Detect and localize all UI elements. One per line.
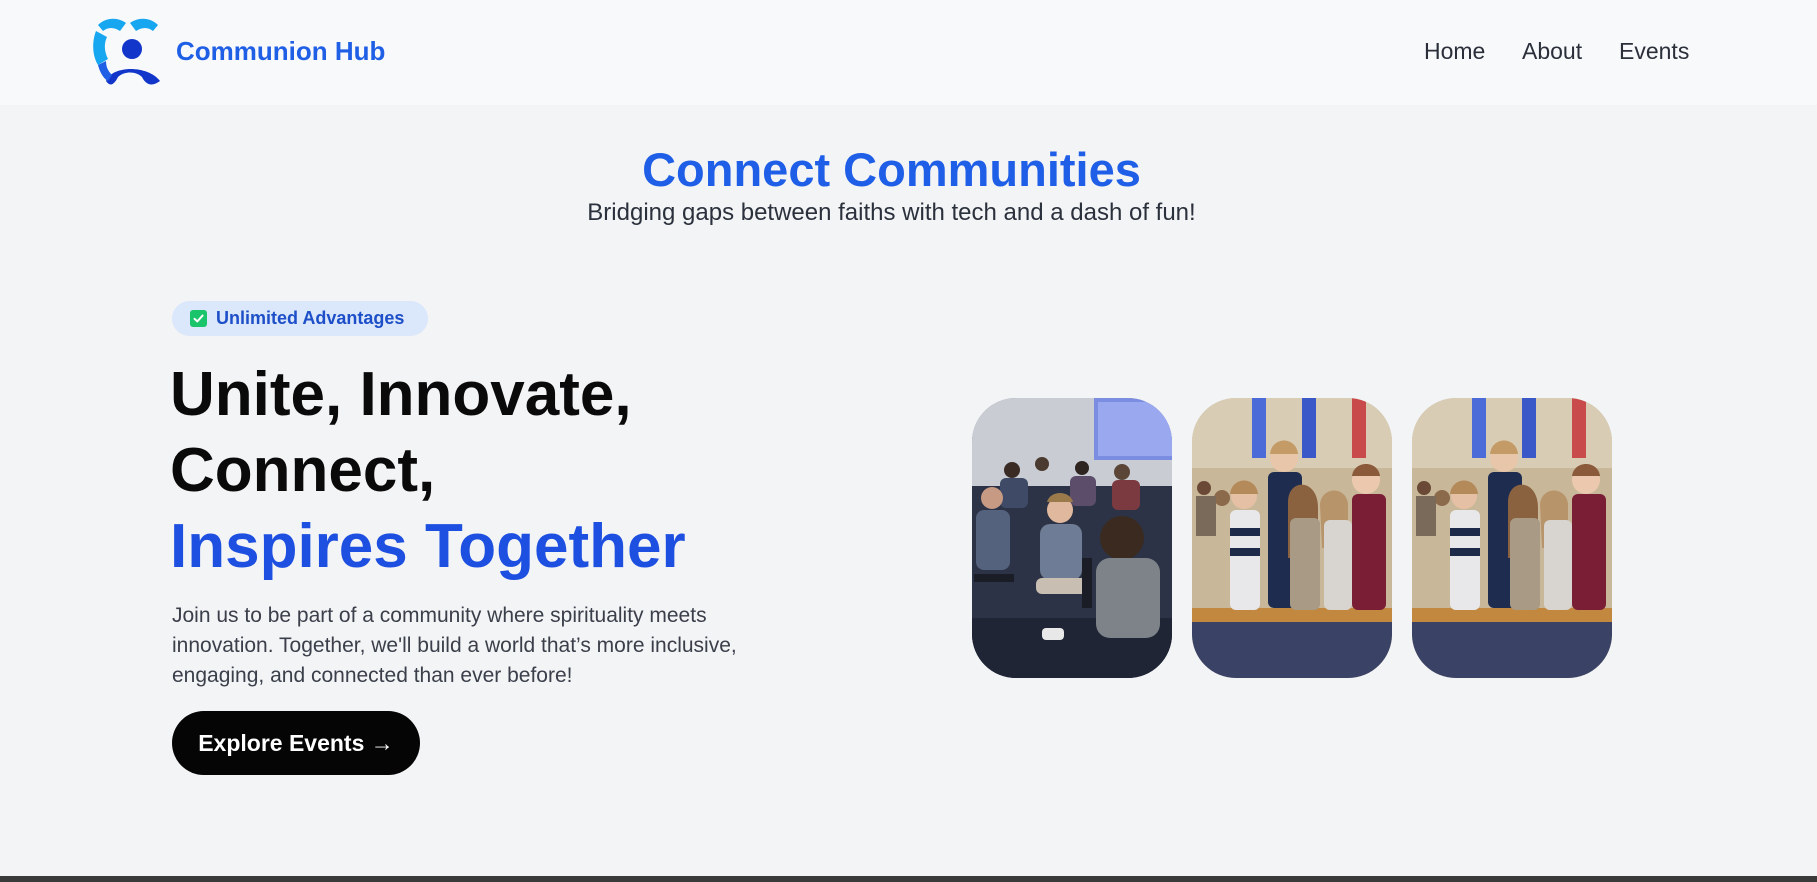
- explore-events-button[interactable]: Explore Events →: [172, 711, 420, 775]
- brand-name[interactable]: Communion Hub: [176, 36, 385, 67]
- headline-line-2: Connect,: [170, 436, 436, 505]
- communion-hub-logo-icon[interactable]: [92, 15, 164, 87]
- advantages-badge: Unlimited Advantages: [172, 301, 428, 336]
- hero-subtitle: Bridging gaps between faiths with tech a…: [587, 199, 1196, 226]
- congregation-standing-photo-2: [1412, 398, 1612, 678]
- navbar: Communion Hub Home About Events: [0, 0, 1817, 105]
- badge-label: Unlimited Advantages: [216, 308, 405, 328]
- footer-edge-bar: [0, 876, 1817, 882]
- congregation-standing-photo: [1192, 398, 1392, 678]
- main-headline: Unite, Innovate, Connect, Inspires Toget…: [170, 357, 686, 585]
- hero-title: Connect Communities: [642, 143, 1141, 196]
- nav-link-about[interactable]: About: [1522, 38, 1582, 65]
- nav-link-events[interactable]: Events: [1619, 38, 1689, 65]
- headline-line-3: Inspires Together: [170, 512, 686, 581]
- headline-line-1: Unite, Innovate,: [170, 360, 632, 429]
- checkbox-check-icon: [190, 310, 207, 327]
- group-discussion-photo: [972, 398, 1172, 678]
- hero-description: Join us to be part of a community where …: [172, 604, 737, 687]
- nav-link-home[interactable]: Home: [1424, 38, 1485, 65]
